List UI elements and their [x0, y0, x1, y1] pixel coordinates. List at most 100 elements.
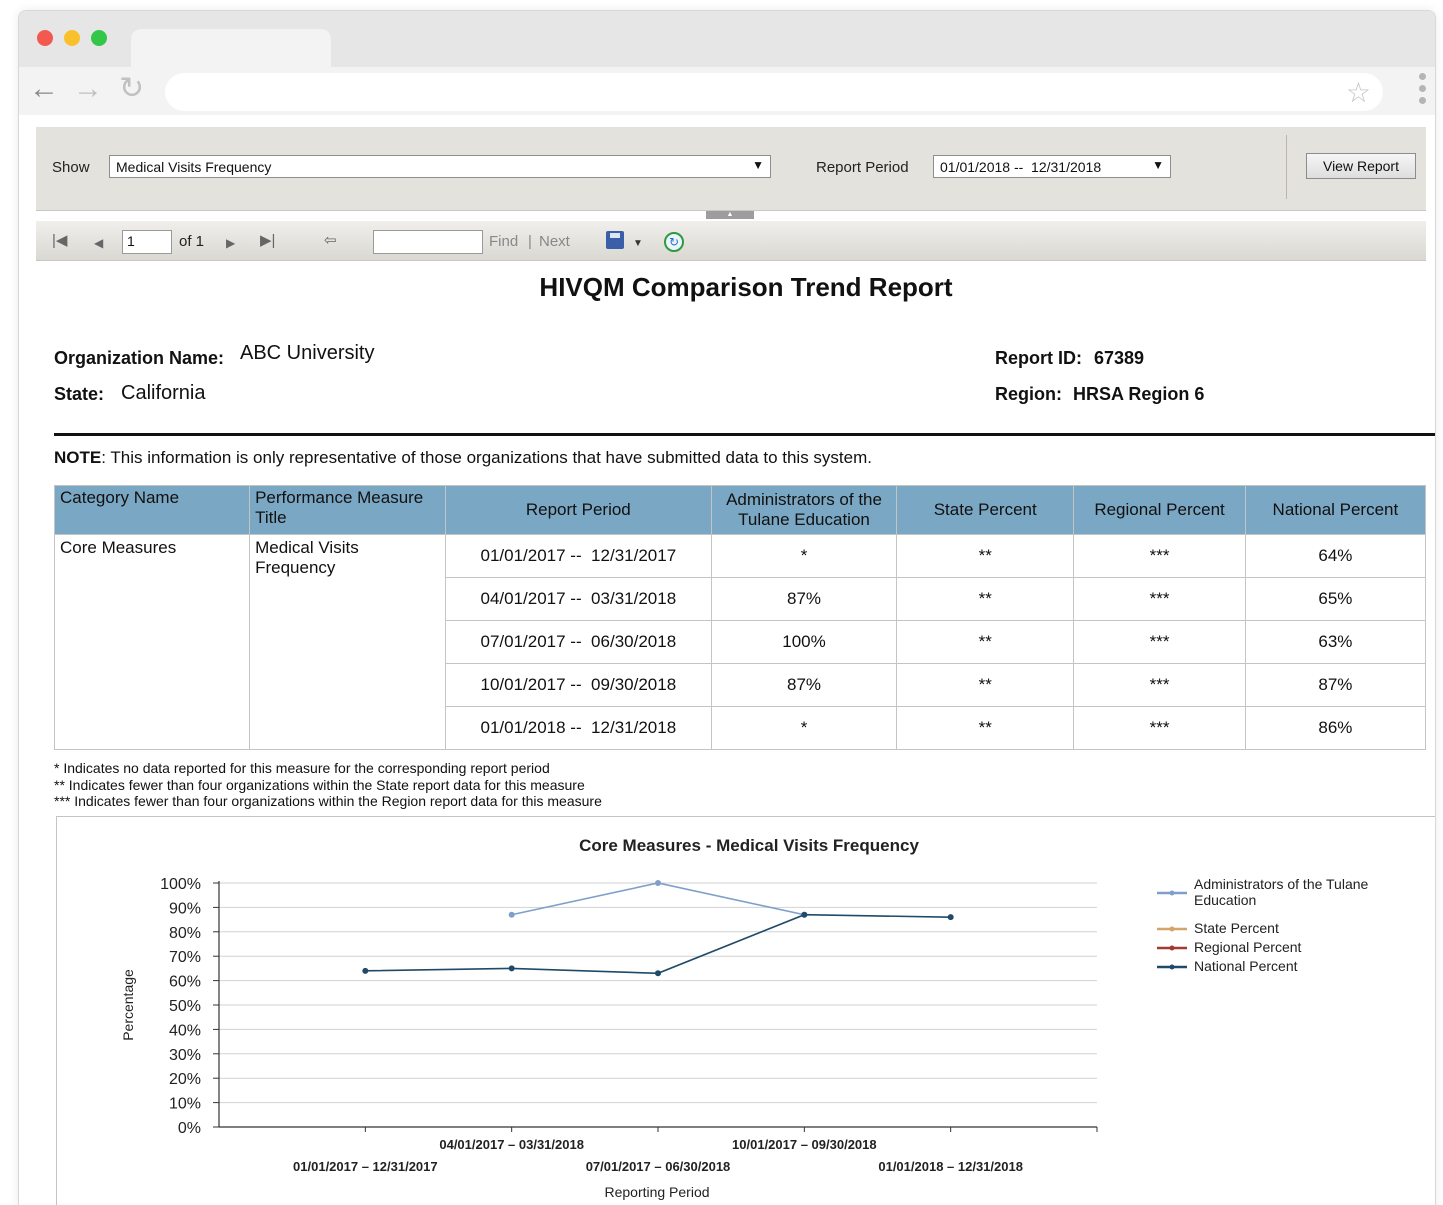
show-measure-select[interactable]: Medical Visits Frequency ▼ [109, 155, 771, 178]
admin-cell: * [710, 706, 898, 750]
find-text-input[interactable] [373, 230, 483, 254]
report-period-select[interactable]: 01/01/2018 -- 12/31/2018 ▼ [933, 155, 1171, 178]
state-cell: ** [896, 706, 1075, 750]
report-id-label: Report ID: [995, 348, 1082, 368]
national-cell: 63% [1244, 620, 1427, 664]
y-tick-label: 80% [169, 925, 201, 942]
note-body: : This information is only representativ… [101, 448, 872, 467]
state-cell: ** [896, 620, 1075, 664]
report-toolbar: |◀ ◀ 1 of 1 ▶ ▶| ⇦ Find | Next ▼ ↻ [36, 221, 1426, 261]
regional-cell: *** [1073, 577, 1246, 621]
state-cell: ** [896, 577, 1075, 621]
y-tick-label: 0% [178, 1120, 201, 1137]
next-page-icon[interactable]: ▶ [226, 233, 235, 253]
y-tick-label: 20% [169, 1071, 201, 1088]
state-value: California [121, 382, 206, 404]
browser-window: ← → ↻ ☆ Show Medical Visits Frequency ▼ … [18, 10, 1436, 1205]
footnote: *** Indicates fewer than four organizati… [54, 793, 602, 809]
table-row: Core Measures Medical Visits Frequency 0… [53, 534, 1427, 750]
table-header-row: Category Name Performance Measure Title … [53, 485, 1427, 535]
state-cell: ** [896, 534, 1075, 578]
back-arrow-icon[interactable]: ← [29, 74, 59, 104]
back-to-parent-icon[interactable]: ⇦ [324, 231, 337, 251]
region-label: Region: [995, 384, 1062, 404]
data-point [508, 911, 515, 918]
forward-arrow-icon[interactable]: → [73, 74, 103, 104]
reload-icon[interactable]: ↻ [119, 74, 144, 104]
region-value: HRSA Region 6 [1073, 384, 1205, 404]
section-divider [54, 433, 1435, 436]
show-label: Show [52, 159, 90, 176]
page-number-input[interactable]: 1 [122, 230, 172, 254]
data-point [655, 970, 661, 977]
national-cell: 64% [1244, 534, 1427, 578]
admin-cell: 87% [710, 663, 898, 707]
category-cell: Core Measures [53, 534, 251, 750]
report-period-value: 01/01/2018 -- 12/31/2018 [940, 159, 1102, 175]
regional-cell: *** [1073, 706, 1246, 750]
x-tick-label: 01/01/2017 – 12/31/2017 [293, 1159, 438, 1174]
legend-label: Administrators of the Tulane Education [1194, 876, 1369, 908]
note-text: NOTE: This information is only represent… [54, 448, 872, 468]
minimize-window-button[interactable] [64, 30, 80, 46]
browser-toolbar: ← → ↻ ☆ [19, 67, 1435, 115]
y-tick-label: 40% [169, 1022, 201, 1039]
y-tick-label: 50% [169, 998, 201, 1015]
x-tick-label: 10/01/2017 – 09/30/2018 [732, 1137, 877, 1152]
period-cell: 01/01/2017 -- 12/31/2017 [444, 534, 712, 578]
col-header-regional: Regional Percent [1073, 485, 1246, 535]
report-viewer: Show Medical Visits Frequency ▼ Report P… [36, 127, 1435, 1205]
view-report-button[interactable]: View Report [1306, 153, 1416, 179]
tab-strip [19, 11, 1435, 69]
bookmark-star-icon[interactable]: ☆ [1346, 76, 1371, 109]
col-header-national: National Percent [1244, 485, 1427, 535]
export-save-icon[interactable] [606, 231, 624, 249]
browser-menu-icon[interactable] [1419, 73, 1427, 109]
series-line [511, 882, 805, 916]
dropdown-arrow-icon: ▼ [752, 158, 764, 172]
series-line [365, 913, 951, 975]
regional-cell: *** [1073, 663, 1246, 707]
report-id-value: 67389 [1094, 348, 1145, 368]
x-tick-label: 01/01/2018 – 12/31/2018 [878, 1159, 1023, 1174]
data-point [947, 914, 954, 921]
browser-tab[interactable] [131, 29, 331, 69]
y-tick-label: 10% [169, 1096, 201, 1113]
data-point [508, 965, 515, 972]
col-header-period: Report Period [444, 485, 712, 535]
footnote: * Indicates no data reported for this me… [54, 760, 550, 776]
find-link[interactable]: Find [489, 233, 518, 250]
legend-marker [1169, 926, 1175, 932]
x-tick-label: 04/01/2017 – 03/31/2018 [439, 1137, 584, 1152]
trend-table: Category Name Performance Measure Title … [53, 485, 1427, 750]
legend-label: Regional Percent [1194, 939, 1302, 955]
previous-page-icon[interactable]: ◀ [94, 233, 103, 253]
data-point [801, 911, 808, 918]
organization-name-label: Organization Name: [54, 348, 225, 368]
period-cell: 07/01/2017 -- 06/30/2018 [444, 620, 712, 664]
y-tick-label: 60% [169, 974, 201, 991]
y-tick-label: 30% [169, 1047, 201, 1064]
note-label: NOTE [54, 448, 102, 467]
trend-chart: Core Measures - Medical Visits Frequency… [56, 816, 1435, 1205]
first-page-icon[interactable]: |◀ [52, 231, 67, 251]
measure-cell: Medical Visits Frequency [249, 534, 446, 750]
national-cell: 86% [1244, 706, 1427, 750]
footnote: ** Indicates fewer than four organizatio… [54, 776, 585, 793]
col-header-category: Category Name [53, 485, 251, 535]
collapse-parameters-icon[interactable]: ▲ [706, 211, 754, 219]
find-next-link[interactable]: Next [539, 233, 570, 250]
y-axis-label: Percentage [120, 969, 136, 1041]
maximize-window-button[interactable] [91, 30, 107, 46]
dropdown-arrow-icon: ▼ [1152, 158, 1164, 172]
state-cell: ** [896, 663, 1075, 707]
chart-title: Core Measures - Medical Visits Frequency [579, 836, 919, 855]
close-window-button[interactable] [37, 30, 53, 46]
address-bar[interactable]: ☆ [165, 73, 1383, 111]
y-tick-label: 100% [160, 876, 201, 893]
admin-cell: * [710, 534, 898, 578]
refresh-icon[interactable]: ↻ [664, 232, 684, 252]
last-page-icon[interactable]: ▶| [260, 231, 275, 251]
regional-cell: *** [1073, 534, 1246, 578]
export-dropdown-icon[interactable]: ▼ [633, 234, 643, 254]
